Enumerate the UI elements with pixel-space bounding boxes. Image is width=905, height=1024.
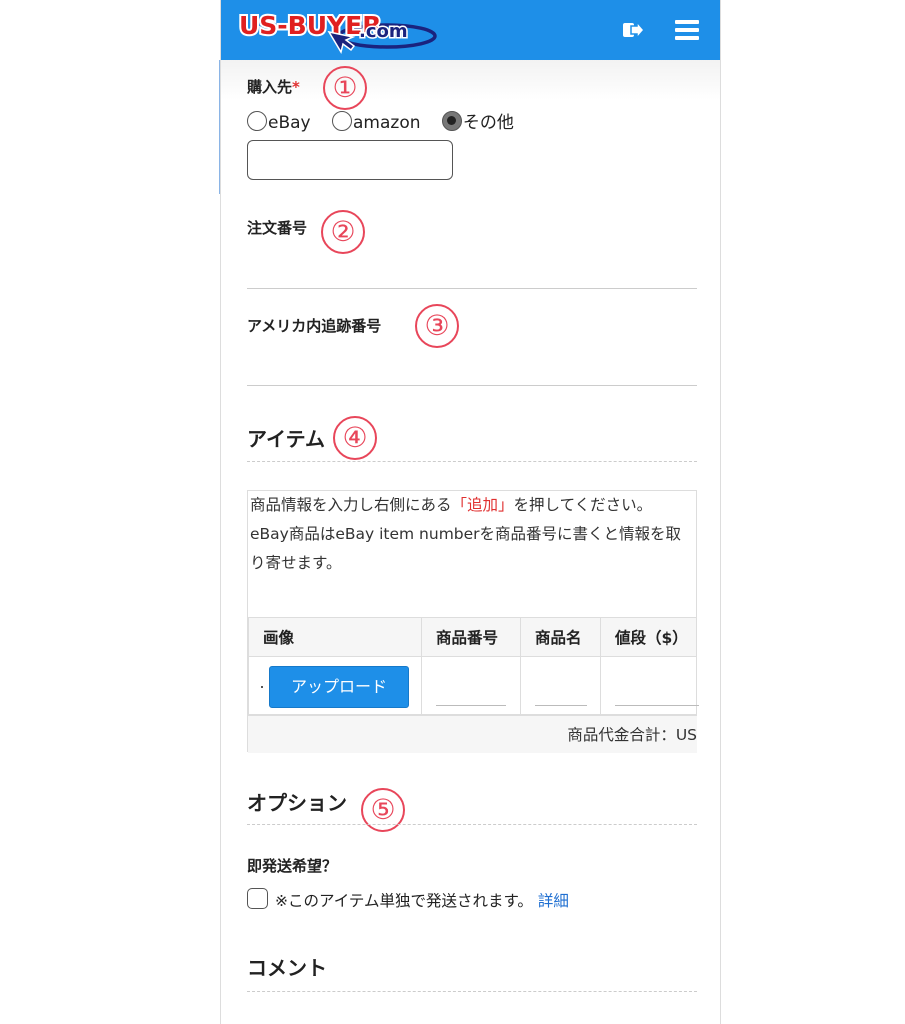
exit-icon[interactable] [619,16,647,44]
divider [247,385,697,386]
instruction-text: 商品情報を入力し右側にある [250,496,452,514]
price-cell[interactable] [600,656,699,715]
purchase-source-label-text: 購入先 [247,78,293,96]
item-name-cell[interactable] [520,656,601,715]
us-buyer-logo[interactable]: US-BUYER US-BUYER .com .com [237,6,442,56]
column-header-item-number: 商品番号 [421,617,521,657]
radio-circle[interactable] [332,111,353,131]
radio-amazon[interactable]: amazon [332,111,421,133]
radio-other[interactable]: その他 [441,108,514,133]
image-cell: アップロード [248,656,422,715]
radio-circle[interactable] [247,111,267,131]
marker-2: ② [321,210,365,254]
column-header-image: 画像 [248,617,422,657]
marker-4: ④ [333,416,377,460]
marker-3: ③ [415,304,459,348]
instruction-ebay-text: eBay商品はeBay item numberを商品番号に書くと情報を取り寄せま… [250,525,682,572]
options-section-title: オプション [247,791,347,815]
price-input[interactable] [615,705,699,706]
upload-button[interactable]: アップロード [269,666,409,708]
radio-ebay[interactable]: eBay [247,111,311,133]
marker-5: ⑤ [361,788,405,832]
other-source-input[interactable] [247,140,453,180]
items-total: 商品代金合計：US [248,715,697,753]
header-bar: US-BUYER US-BUYER .com .com [221,0,720,60]
express-shipping-checkbox[interactable] [247,888,268,909]
items-instructions: 商品情報を入力し右側にある「追加」を押してください。 eBay商品はeBay i… [250,491,695,578]
items-box: 商品情報を入力し右側にある「追加」を押してください。 eBay商品はeBay i… [247,490,699,753]
item-number-cell[interactable] [421,656,521,715]
radio-circle-selected[interactable] [441,111,462,131]
logo-suffix: .com [359,21,408,42]
instruction-add-highlight: 「追加」 [451,496,514,514]
marker-1: ① [323,66,367,110]
express-shipping-note: ※このアイテム単独で発送されます。 詳細 [275,889,569,911]
mobile-page: US-BUYER US-BUYER .com .com 購入先* ① eBay … [220,0,721,1024]
order-number-label: 注文番号 [247,219,308,237]
purchase-source-label: 購入先* [247,76,300,97]
divider [247,288,697,289]
express-shipping-label: 即発送希望？ [247,857,338,875]
purchase-source-options: eBay amazon その他 [247,108,530,133]
comment-section-title: コメント [247,956,327,980]
express-note-text: ※このアイテム単独で発送されます。 [275,892,533,910]
section-divider [247,461,697,462]
section-divider [247,824,697,825]
radio-other-label: その他 [462,113,514,133]
section-divider [247,991,697,992]
required-mark: * [292,78,300,96]
table-row: アップロード [248,656,699,715]
hamburger-menu-icon[interactable] [673,16,701,44]
items-table: 画像 商品番号 商品名 値段（$） アップロード [248,617,699,715]
tracking-number-label: アメリカ内追跡番号 [247,317,382,335]
column-header-price: 値段（$） [600,617,697,657]
radio-amazon-label: amazon [353,113,421,133]
table-header-row: 画像 商品番号 商品名 値段（$） [248,617,697,657]
instruction-text: を押してください。 [513,496,653,514]
items-section-title: アイテム [247,427,325,451]
item-name-input[interactable] [535,705,587,706]
radio-ebay-label: eBay [268,113,311,133]
item-number-input[interactable] [436,705,506,706]
column-header-item-name: 商品名 [520,617,601,657]
bullet-dot [261,686,263,688]
detail-link[interactable]: 詳細 [538,892,569,910]
